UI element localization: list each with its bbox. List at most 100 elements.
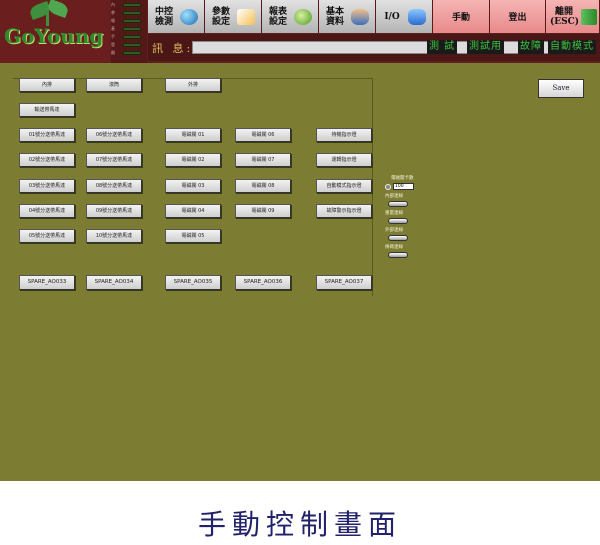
auto-mode-indicator-button[interactable]: 自動模式指示燈 xyxy=(316,179,372,193)
tab-label: 手動 xyxy=(451,13,470,23)
led-row: 報 xyxy=(111,17,147,24)
sorter-motor-07-button[interactable]: 07號分送帶馬達 xyxy=(86,153,142,167)
spare-ao035-button[interactable]: SPARE_AO035 xyxy=(165,275,221,290)
led-label: 手 xyxy=(111,33,115,39)
app-header: GoYoung 內 參 報 基 手 登 離 中控 檢測 參數 設定 報表 設定 … xyxy=(0,0,600,63)
exit-icon xyxy=(581,8,597,25)
external-link-toggle[interactable] xyxy=(388,235,408,241)
tab-parameters[interactable]: 參數 設定 xyxy=(205,0,262,33)
exit-button[interactable]: 離開 (ESC) xyxy=(546,0,600,33)
led-indicator xyxy=(123,34,141,39)
manual-control-panel: 內排 滾筒 外排 輸送帶馬達 01號分送帶馬達 02號分送帶馬達 03號分送帶馬… xyxy=(0,63,600,481)
weight-link-toggle[interactable] xyxy=(388,218,408,224)
hand-icon xyxy=(408,8,426,25)
led-label: 參 xyxy=(111,9,115,15)
spare-ao037-button[interactable]: SPARE_AO037 xyxy=(316,275,372,290)
tab-label: 報表 設定 xyxy=(268,6,287,27)
sorter-motor-04-button[interactable]: 04號分送帶馬達 xyxy=(19,204,75,218)
led-row: 離 xyxy=(111,49,147,56)
valve-count-label: 電磁閥卡數 xyxy=(391,176,414,181)
conveyor-motor-button[interactable]: 輸送帶馬達 xyxy=(19,103,75,117)
led-label: 登 xyxy=(111,41,115,47)
tab-manual[interactable]: 手動 xyxy=(433,0,490,33)
valve-count-row: 100 xyxy=(385,183,425,190)
message-field xyxy=(192,41,572,54)
valve-05-button[interactable]: 電磁閥 05 xyxy=(165,229,221,243)
spare-ao036-button[interactable]: SPARE_AO036 xyxy=(235,275,291,290)
led-indicator xyxy=(123,26,141,31)
led-row: 內 xyxy=(111,1,147,8)
barcode-link-toggle[interactable] xyxy=(388,252,408,258)
valve-07-button[interactable]: 電磁閥 07 xyxy=(235,153,291,167)
tab-label: 中控 檢測 xyxy=(154,6,173,27)
valve-03-button[interactable]: 電磁閥 03 xyxy=(165,179,221,193)
leaf-icon xyxy=(46,0,70,19)
valve-02-button[interactable]: 電磁閥 02 xyxy=(165,153,221,167)
led-indicator xyxy=(123,18,141,23)
led-label: 離 xyxy=(111,49,115,55)
outer-discharge-button[interactable]: 外排 xyxy=(165,78,221,92)
users-icon xyxy=(351,8,369,25)
standby-indicator-button[interactable]: 待機指示燈 xyxy=(316,128,372,142)
toggle-label: 條碼連線 xyxy=(385,245,403,250)
sorter-motor-02-button[interactable]: 02號分送帶馬達 xyxy=(19,153,75,167)
valve-01-button[interactable]: 電磁閥 01 xyxy=(165,128,221,142)
toggle-label: 外部連線 xyxy=(385,228,403,233)
internal-link-toggle[interactable] xyxy=(388,201,408,207)
tab-basic-data[interactable]: 基本 資料 xyxy=(319,0,376,33)
logout-button[interactable]: 登出 xyxy=(490,0,546,33)
tab-label: 基本 資料 xyxy=(325,6,344,27)
led-row: 手 xyxy=(111,33,147,40)
sorter-motor-05-button[interactable]: 05號分送帶馬達 xyxy=(19,229,75,243)
led-row: 基 xyxy=(111,25,147,32)
sorter-motor-10-button[interactable]: 10號分送帶馬達 xyxy=(86,229,142,243)
running-indicator-button[interactable]: 運轉指示燈 xyxy=(316,153,372,167)
toggle-label: 重量連線 xyxy=(385,211,403,216)
globe-icon xyxy=(180,8,198,25)
tab-reports[interactable]: 報表 設定 xyxy=(262,0,319,33)
status-test: 測 試 xyxy=(427,40,458,54)
spinner-knob-icon[interactable] xyxy=(385,183,391,190)
led-label: 基 xyxy=(111,25,115,31)
sorter-motor-03-button[interactable]: 03號分送帶馬達 xyxy=(19,179,75,193)
tab-central-control[interactable]: 中控 檢測 xyxy=(148,0,205,33)
page-caption: 手動控制畫面 xyxy=(197,508,402,541)
led-label: 報 xyxy=(111,17,115,23)
logo-text: GoYoung xyxy=(4,24,104,48)
tab-io[interactable]: I/O xyxy=(376,0,433,33)
valve-09-button[interactable]: 電磁閥 09 xyxy=(235,204,291,218)
led-row: 登 xyxy=(111,41,147,48)
sorter-motor-09-button[interactable]: 09號分送帶馬達 xyxy=(86,204,142,218)
tab-label: 離開 (ESC) xyxy=(550,6,580,27)
main-tab-bar: 中控 檢測 參數 設定 報表 設定 基本 資料 I/O 手動 登出 離開 (ES… xyxy=(148,0,600,33)
sorter-motor-01-button[interactable]: 01號分送帶馬達 xyxy=(19,128,75,142)
status-mode: 自動模式 xyxy=(548,40,596,54)
valve-count-input[interactable]: 100 xyxy=(393,183,414,190)
led-label: 內 xyxy=(111,1,115,7)
chart-icon xyxy=(294,8,312,25)
fault-warning-indicator-button[interactable]: 故障警示指示燈 xyxy=(316,204,372,218)
drum-button[interactable]: 滾筒 xyxy=(86,78,142,92)
valve-08-button[interactable]: 電磁閥 08 xyxy=(235,179,291,193)
status-fault: 故障 xyxy=(518,40,544,54)
led-indicator xyxy=(123,42,141,47)
status-test-use: 測試用 xyxy=(467,40,504,54)
tab-label: I/O xyxy=(384,11,400,22)
tab-label: 參數 設定 xyxy=(211,6,230,27)
logo: GoYoung xyxy=(0,0,110,63)
spare-ao033-button[interactable]: SPARE_AO033 xyxy=(19,275,75,290)
sorter-motor-06-button[interactable]: 06號分送帶馬達 xyxy=(86,128,142,142)
valve-04-button[interactable]: 電磁閥 04 xyxy=(165,204,221,218)
led-row: 參 xyxy=(111,9,147,16)
valve-06-button[interactable]: 電磁閥 06 xyxy=(235,128,291,142)
side-control-group: 電磁閥卡數 100 內部連線 重量連線 外部連線 條碼連線 xyxy=(385,176,425,262)
led-indicator-panel: 內 參 報 基 手 登 離 xyxy=(111,0,147,63)
settings-icon xyxy=(237,8,255,25)
tab-label: 登出 xyxy=(508,13,527,23)
led-indicator xyxy=(123,50,141,55)
save-button[interactable]: Save xyxy=(538,79,584,98)
spare-ao034-button[interactable]: SPARE_AO034 xyxy=(86,275,142,290)
led-indicator xyxy=(123,2,141,7)
sorter-motor-08-button[interactable]: 08號分送帶馬達 xyxy=(86,179,142,193)
inner-discharge-button[interactable]: 內排 xyxy=(19,78,75,92)
